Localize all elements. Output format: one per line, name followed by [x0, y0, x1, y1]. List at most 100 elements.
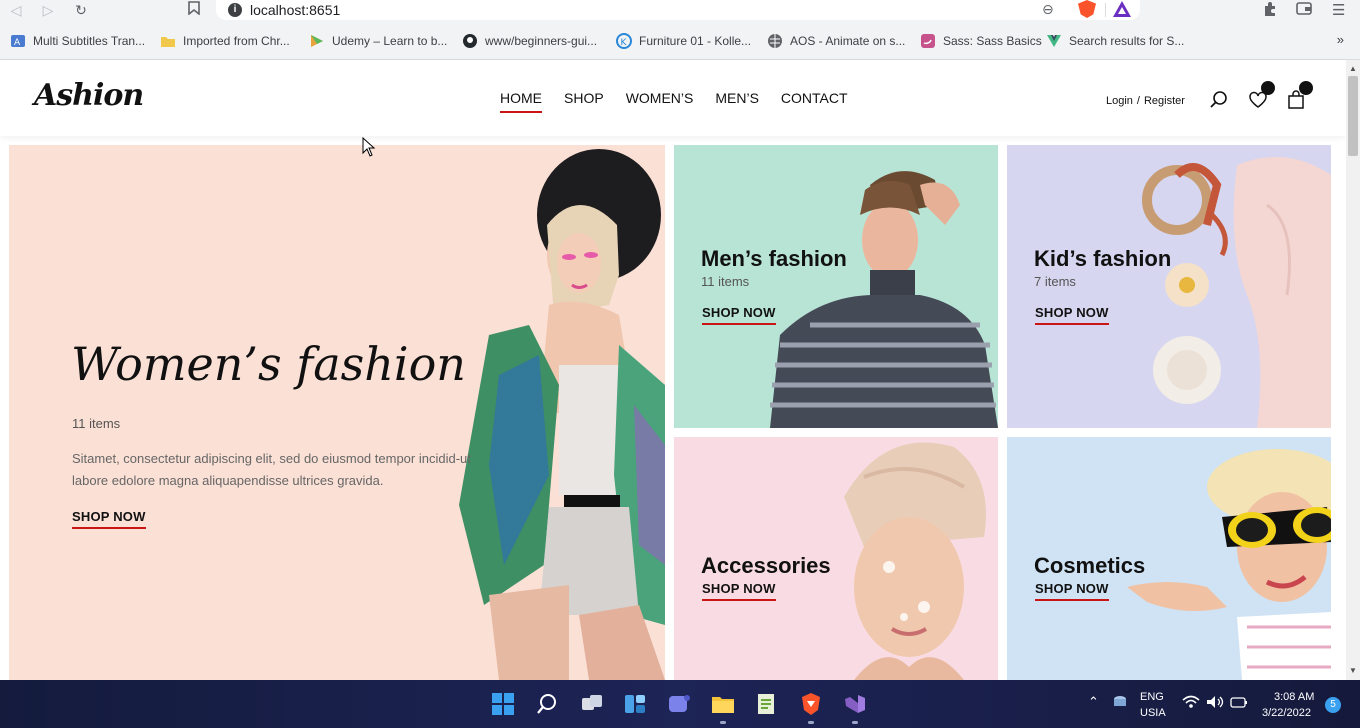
cosmetics-category-banner[interactable]: Cosmetics SHOP NOW	[1007, 437, 1331, 680]
address-divider	[1105, 3, 1106, 17]
vue-icon	[1046, 33, 1062, 49]
url-text[interactable]: localhost:8651	[250, 2, 340, 18]
women-category-banner[interactable]: Women’s fashion 11 items Sitamet, consec…	[9, 145, 665, 680]
menu-icon[interactable]: ☰	[1332, 1, 1345, 19]
woman-model-image	[459, 149, 665, 680]
cosmetics-shop-now-link[interactable]: SHOP NOW	[1035, 581, 1109, 601]
menu-home[interactable]: HOME	[500, 90, 542, 113]
visual-studio-running-indicator	[852, 721, 858, 724]
bookmark-label: Furniture 01 - Kolle...	[639, 34, 752, 48]
auth-links: Login / Register	[1106, 95, 1185, 107]
bookmark-label: Sass: Sass Basics	[943, 34, 1042, 48]
svg-text:A: A	[14, 38, 21, 48]
auth-separator: /	[1136, 95, 1140, 107]
kids-item-count: 7 items	[1034, 274, 1076, 289]
login-link[interactable]: Login	[1106, 95, 1133, 107]
bookmark-label: AOS - Animate on s...	[790, 34, 906, 48]
men-category-title: Men’s fashion	[701, 246, 847, 271]
bookmark-item[interactable]: AOS - Animate on s...	[767, 30, 905, 52]
forward-icon[interactable]: ▷	[38, 1, 58, 19]
address-bar[interactable]: i localhost:8651 ⊖	[216, 0, 1140, 20]
site-info-icon[interactable]: i	[228, 3, 242, 17]
brave-running-indicator	[808, 721, 814, 724]
kids-shop-now-link[interactable]: SHOP NOW	[1035, 305, 1109, 325]
scrollbar-thumb[interactable]	[1348, 76, 1358, 156]
globe-icon	[767, 33, 783, 49]
file-explorer-running-indicator	[720, 721, 726, 724]
bookmarks-bar: A Multi Subtitles Tran... Imported from …	[0, 30, 1360, 52]
volume-icon[interactable]	[1206, 695, 1224, 712]
show-hidden-icons-icon[interactable]: ⌃	[1088, 694, 1099, 710]
windows-taskbar: ⌃ ENG USIA 3:08 AM 3/22/2022 5	[0, 680, 1360, 728]
notification-count-badge[interactable]: 5	[1325, 697, 1341, 713]
kids-category-banner[interactable]: Kid’s fashion 7 items SHOP NOW	[1007, 145, 1331, 428]
file-explorer-icon[interactable]	[711, 692, 735, 716]
browser-toolbar: ◁ ▷ ↻ i localhost:8651 ⊖ ☰ A Multi Subti…	[0, 0, 1360, 60]
clock-time[interactable]: 3:08 AM	[1274, 691, 1314, 703]
bookmark-item[interactable]: Imported from Chr...	[160, 30, 290, 52]
bookmark-label: www/beginners-gui...	[485, 34, 598, 48]
accessories-shop-now-link[interactable]: SHOP NOW	[702, 581, 776, 601]
brave-browser-icon[interactable]	[799, 692, 823, 716]
task-view-icon[interactable]	[580, 692, 604, 716]
folder-icon	[160, 33, 176, 49]
bookmark-label: Multi Subtitles Tran...	[33, 34, 146, 48]
visual-studio-icon[interactable]	[843, 692, 867, 716]
reload-icon[interactable]: ↻	[71, 1, 91, 19]
notepad-plus-icon[interactable]	[755, 692, 779, 716]
bookmark-page-icon[interactable]	[184, 1, 204, 19]
brave-rewards-icon[interactable]	[1113, 1, 1131, 17]
windows-start-icon[interactable]	[491, 692, 515, 716]
menu-shop[interactable]: SHOP	[564, 90, 604, 110]
battery-icon[interactable]	[1230, 697, 1248, 711]
scroll-down-icon[interactable]: ▼	[1346, 664, 1360, 678]
menu-contact[interactable]: CONTACT	[781, 90, 848, 110]
cart-badge	[1299, 81, 1313, 95]
wallet-icon[interactable]	[1296, 1, 1312, 19]
women-shop-now-link[interactable]: SHOP NOW	[72, 509, 146, 529]
menu-mens[interactable]: MEN’S	[715, 90, 759, 110]
more-bookmarks-icon[interactable]: »	[1337, 32, 1344, 47]
cosmetics-category-title: Cosmetics	[1034, 553, 1146, 578]
widgets-icon[interactable]	[623, 692, 647, 716]
menu-womens[interactable]: WOMEN’S	[626, 90, 694, 110]
udemy-icon	[309, 33, 325, 49]
bookmark-item[interactable]: Udemy – Learn to b...	[309, 30, 447, 52]
kids-category-title: Kid’s fashion	[1034, 246, 1172, 271]
register-link[interactable]: Register	[1144, 95, 1185, 107]
wifi-icon[interactable]	[1182, 695, 1200, 712]
sass-icon	[920, 33, 936, 49]
man-model-image	[770, 171, 998, 428]
site-logo[interactable]: Ashion	[34, 78, 144, 113]
kids-products-image	[1142, 157, 1331, 428]
bookmark-item[interactable]: Search results for S...	[1046, 30, 1184, 52]
mouse-cursor-icon	[362, 137, 376, 157]
back-icon[interactable]: ◁	[6, 1, 26, 19]
search-taskbar-icon[interactable]	[535, 692, 559, 716]
men-shop-now-link[interactable]: SHOP NOW	[702, 305, 776, 325]
wishlist-badge	[1261, 81, 1275, 95]
accessories-category-title: Accessories	[701, 553, 831, 578]
teams-chat-icon[interactable]	[667, 692, 691, 716]
scroll-up-icon[interactable]: ▲	[1346, 62, 1360, 76]
site-header: Ashion HOME SHOP WOMEN’S MEN’S CONTACT L…	[0, 60, 1346, 136]
github-icon	[462, 33, 478, 49]
search-icon[interactable]	[1209, 90, 1229, 110]
woman-towel-image	[844, 442, 986, 680]
men-category-banner[interactable]: Men’s fashion 11 items SHOP NOW	[674, 145, 998, 428]
region-indicator[interactable]: USIA	[1140, 707, 1166, 719]
bookmark-item[interactable]: Sass: Sass Basics	[920, 30, 1042, 52]
women-item-count: 11 items	[72, 416, 121, 431]
language-indicator[interactable]: ENG	[1140, 691, 1164, 703]
main-menu: HOME SHOP WOMEN’S MEN’S CONTACT	[500, 90, 848, 113]
network-drive-icon[interactable]	[1112, 694, 1128, 713]
zoom-icon[interactable]: ⊖	[1042, 1, 1054, 18]
girl-sunglasses-image	[1127, 449, 1331, 680]
bookmark-item[interactable]: www/beginners-gui...	[462, 30, 597, 52]
bookmark-item[interactable]: A Multi Subtitles Tran...	[10, 30, 145, 52]
clock-date[interactable]: 3/22/2022	[1262, 707, 1311, 719]
accessories-category-banner[interactable]: Accessories SHOP NOW	[674, 437, 998, 680]
brave-shields-icon[interactable]	[1078, 0, 1096, 18]
extensions-icon[interactable]	[1262, 1, 1278, 21]
bookmark-item[interactable]: K Furniture 01 - Kolle...	[616, 30, 751, 52]
